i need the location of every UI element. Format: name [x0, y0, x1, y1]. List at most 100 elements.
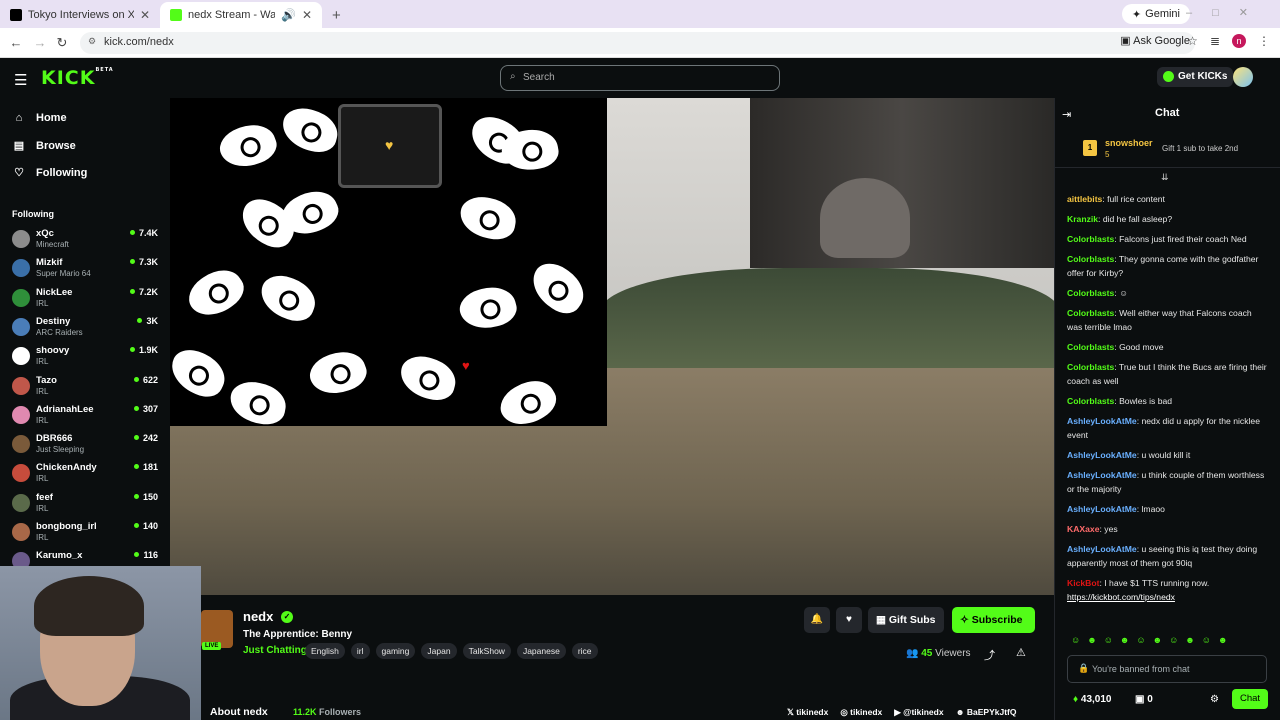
gemini-button[interactable]: ✦ Gemini	[1121, 4, 1190, 24]
chat-message: Kranzik: did he fall asleep?	[1067, 212, 1267, 226]
sidebar-channel-item[interactable]: Destiny ARC Raiders 3K	[12, 316, 162, 345]
chat-username[interactable]: aittlebits	[1067, 194, 1102, 204]
forward-icon[interactable]: →	[28, 35, 52, 50]
expand-leaderboard-icon[interactable]: ⇊	[1161, 172, 1169, 183]
emote-icon[interactable]: ☻	[1185, 635, 1194, 645]
social-link-youtube[interactable]: ▶ @tikinedx	[894, 707, 943, 718]
emote-icon[interactable]: ☺	[1104, 635, 1113, 645]
emote-icon[interactable]: ☻	[1218, 635, 1227, 645]
emote-icon[interactable]: ☺	[1202, 635, 1211, 645]
gift-sub-prompt[interactable]: Gift 1 sub to take 2nd	[1162, 144, 1238, 153]
emote-icon[interactable]: ☻	[1120, 635, 1129, 645]
gift-subs-button[interactable]: ▦ Gift Subs	[868, 607, 944, 633]
tag[interactable]: irl	[350, 643, 370, 659]
pinned-gifter-leaderboard[interactable]: 1 snowshoer 5 Gift 1 sub to take 2nd	[1055, 132, 1280, 168]
close-tab-icon[interactable]: ✕	[140, 8, 150, 22]
chat-username[interactable]: AshleyLookAtMe	[1067, 416, 1137, 426]
box-balance[interactable]: ▣ 0	[1135, 694, 1153, 705]
emote-icon[interactable]: ☺	[1071, 635, 1080, 645]
new-tab-button[interactable]: +	[322, 7, 351, 28]
chat-settings-icon[interactable]: ⚙	[1210, 694, 1219, 705]
chat-username[interactable]: Colorblasts	[1067, 288, 1114, 298]
gemini-label: Gemini	[1145, 8, 1180, 20]
ask-google-button[interactable]: ▣ Ask Google	[1120, 34, 1190, 47]
chat-username[interactable]: Colorblasts	[1067, 308, 1114, 318]
chat-username[interactable]: Colorblasts	[1067, 362, 1114, 372]
browser-tab-active[interactable]: nedx Stream - Watch Live o 🔊 ✕	[160, 2, 322, 28]
site-info-icon[interactable]: ⚙	[88, 36, 96, 47]
sidebar-channel-item[interactable]: xQc Minecraft 7.4K	[12, 228, 162, 257]
chat-username[interactable]: Colorblasts	[1067, 234, 1114, 244]
social-link-x[interactable]: 𝕏 tikinedx	[787, 707, 828, 718]
sidebar-item-home[interactable]: ⌂ Home	[12, 112, 67, 124]
chat-username[interactable]: AshleyLookAtMe	[1067, 470, 1137, 480]
bookmark-star-icon[interactable]: ☆	[1187, 34, 1198, 48]
chat-username[interactable]: AshleyLookAtMe	[1067, 544, 1137, 554]
user-avatar[interactable]	[1233, 67, 1253, 87]
sidebar-channel-item[interactable]: bongbong_irl IRL 140	[12, 521, 162, 550]
chat-link[interactable]: https://kickbot.com/tips/nedx	[1067, 592, 1175, 602]
chat-username[interactable]: Colorblasts	[1067, 396, 1114, 406]
browser-menu-icon[interactable]: ⋮	[1258, 34, 1270, 48]
send-chat-button[interactable]: Chat	[1232, 689, 1268, 709]
sidebar-channel-item[interactable]: shoovy IRL 1.9K	[12, 345, 162, 374]
social-label: tikinedx	[796, 707, 829, 717]
kick-logo[interactable]: KICKBETA	[41, 67, 114, 89]
chat-username[interactable]: Kranzik	[1067, 214, 1098, 224]
search-input[interactable]: ⌕ Search	[500, 65, 780, 91]
subscribe-button[interactable]: ✧ Subscribe	[952, 607, 1035, 633]
tag[interactable]: rice	[571, 643, 598, 659]
sidebar-channel-item[interactable]: ChickenAndy IRL 181	[12, 462, 162, 491]
tag[interactable]: English	[305, 643, 345, 659]
tag[interactable]: TalkShow	[462, 643, 511, 659]
speaker-icon[interactable]: 🔊	[281, 8, 296, 22]
tag[interactable]: gaming	[375, 643, 416, 659]
sidebar-channel-item[interactable]: Tazo IRL 622	[12, 375, 162, 404]
stream-category-link[interactable]: Just Chatting	[243, 645, 307, 656]
chat-username[interactable]: Colorblasts	[1067, 342, 1114, 352]
collapse-chat-icon[interactable]: ⇥	[1062, 108, 1071, 121]
sidebar-channel-item[interactable]: Karumo_x 116	[12, 550, 162, 566]
sidebar-channel-item[interactable]: Mizkif Super Mario 64 7.3K	[12, 257, 162, 286]
sidebar-item-browse[interactable]: ▤ Browse	[12, 139, 76, 153]
sidebar-item-following[interactable]: ♡ Following	[12, 166, 87, 180]
social-link-instagram[interactable]: ◎ tikinedx	[840, 707, 882, 718]
share-icon[interactable]: ⤴	[984, 647, 995, 663]
emote-icon[interactable]: ☻	[1153, 635, 1162, 645]
emote-icon[interactable]: ☻	[1087, 635, 1096, 645]
hand-sprite	[304, 344, 372, 402]
emote-icon[interactable]: ☺	[1169, 635, 1178, 645]
browser-tab[interactable]: Tokyo Interviews on X: "@calli ✕	[0, 2, 160, 28]
chat-username[interactable]: AshleyLookAtMe	[1067, 450, 1137, 460]
follow-heart-button[interactable]: ♥	[836, 607, 862, 633]
back-icon[interactable]: ←	[4, 35, 28, 50]
get-kicks-button[interactable]: Get KICKs	[1157, 67, 1234, 87]
channel-viewer-count: 150	[134, 492, 158, 502]
chat-username[interactable]: Colorblasts	[1067, 254, 1114, 264]
tag[interactable]: Japan	[421, 643, 457, 659]
sidebar-channel-item[interactable]: feef IRL 150	[12, 492, 162, 521]
window-controls[interactable]: –□✕	[1186, 6, 1268, 19]
url-input[interactable]: ⚙ kick.com/nedx	[80, 32, 1195, 54]
chat-username[interactable]: AshleyLookAtMe	[1067, 504, 1137, 514]
kicks-balance[interactable]: ♦ 43,010	[1073, 694, 1111, 705]
hand-sprite	[523, 255, 593, 321]
chat-username[interactable]: KickBot	[1067, 578, 1099, 588]
streamer-name[interactable]: nedx	[243, 609, 273, 624]
sidebar-channel-item[interactable]: AdrianahLee IRL 307	[12, 404, 162, 433]
hamburger-menu-icon[interactable]: ☰	[14, 71, 27, 89]
video-player[interactable]: ♥ ♥	[170, 98, 1054, 595]
chat-input[interactable]: 🔒 You're banned from chat	[1067, 655, 1267, 683]
report-icon[interactable]: ⚠	[1016, 646, 1026, 659]
chat-username[interactable]: KAXaxe	[1067, 524, 1099, 534]
reload-icon[interactable]: ↻	[50, 35, 74, 51]
notification-bell-button[interactable]: 🔔	[804, 607, 830, 633]
emote-icon[interactable]: ☺	[1136, 635, 1145, 645]
extensions-icon[interactable]: ≣	[1210, 34, 1220, 48]
sidebar-channel-item[interactable]: NickLee IRL 7.2K	[12, 287, 162, 316]
sidebar-channel-item[interactable]: DBR666 Just Sleeping 242	[12, 433, 162, 462]
social-link-discord[interactable]: ☻ BaEPYkJtfQ	[956, 707, 1017, 718]
profile-avatar[interactable]: n	[1232, 34, 1246, 48]
close-tab-icon[interactable]: ✕	[302, 8, 312, 22]
tag[interactable]: Japanese	[516, 643, 566, 659]
